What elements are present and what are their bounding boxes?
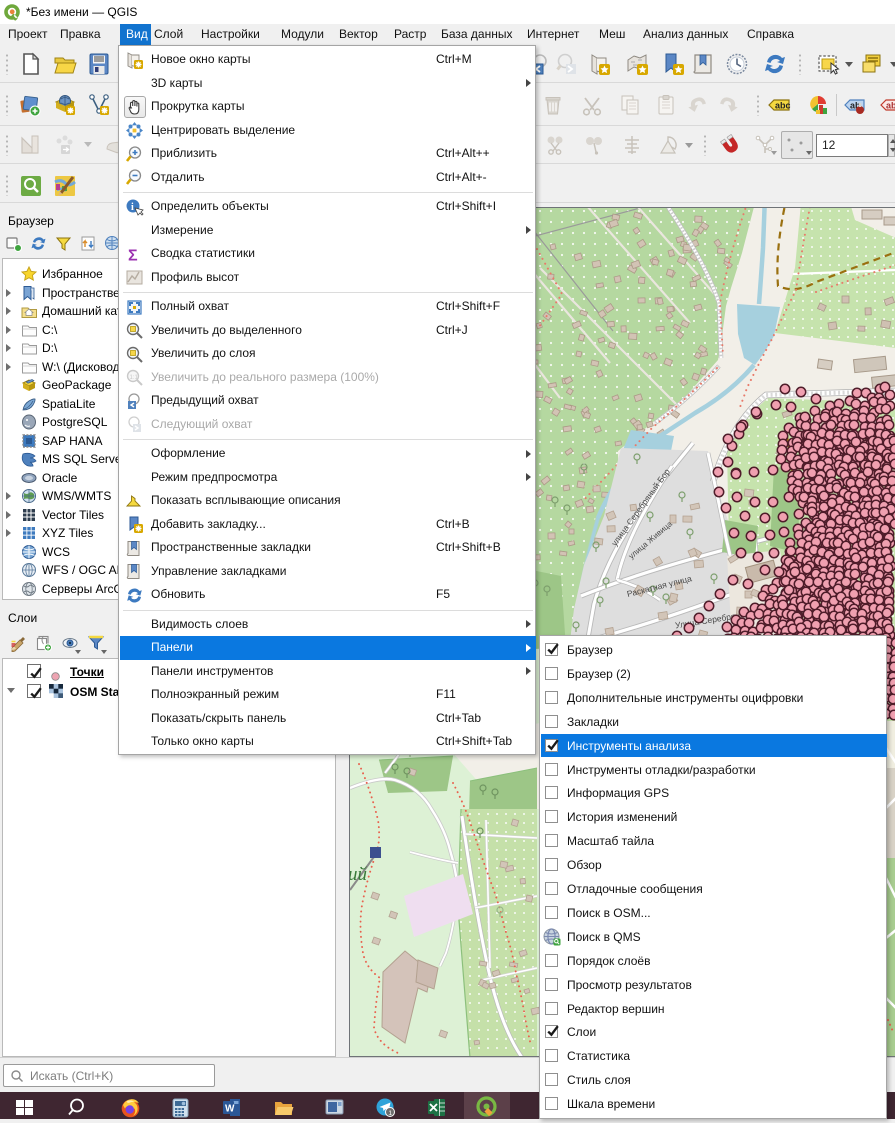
svg-text:1: 1 — [388, 1110, 392, 1117]
svg-text:abc: abc — [886, 101, 895, 111]
svg-text:abc: abc — [775, 101, 791, 111]
svg-text:ий: ий — [350, 864, 368, 885]
svg-text:W: W — [225, 1104, 235, 1115]
svg-text:1:1: 1:1 — [130, 375, 139, 381]
svg-text:i: i — [131, 202, 134, 213]
svg-text:Σ: Σ — [128, 247, 138, 264]
